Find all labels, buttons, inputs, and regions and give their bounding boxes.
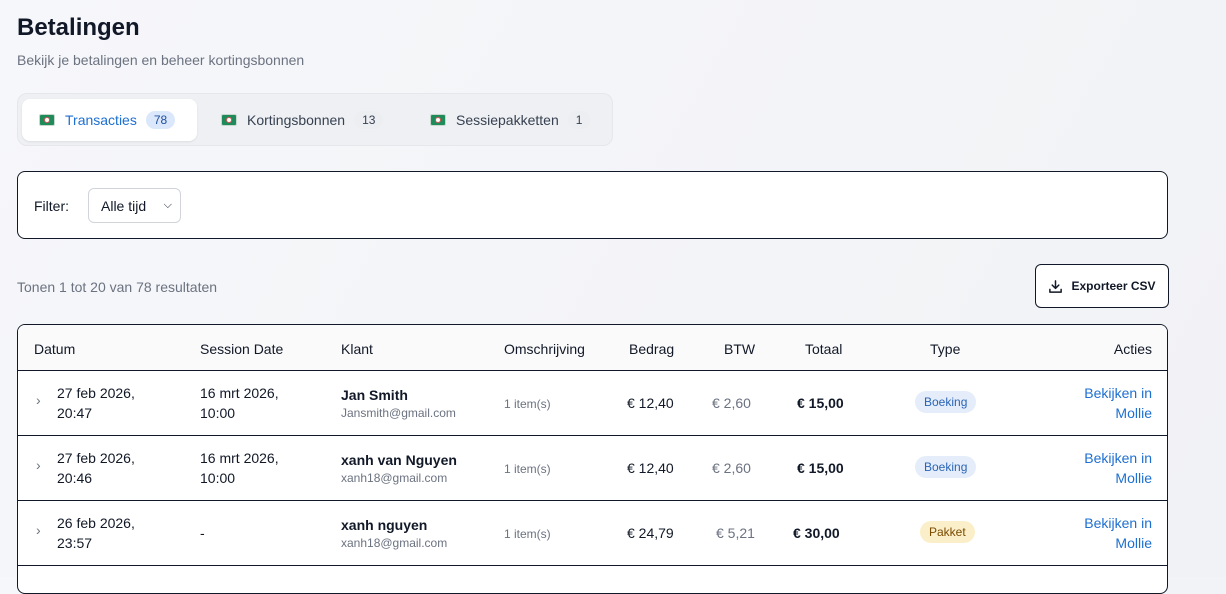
total-cell: € 15,00 xyxy=(797,395,844,411)
time-line: 23:57 xyxy=(57,535,93,551)
tab-transacties[interactable]: Transacties 78 xyxy=(22,99,197,141)
date-line: 27 feb 2026, xyxy=(57,385,135,401)
view-in-mollie-link[interactable]: Bekijken in Mollie xyxy=(1084,448,1152,488)
customer-name: Jan Smith xyxy=(341,387,408,403)
customer-cell: Jan Smith Jansmith@gmail.com xyxy=(341,385,456,421)
amount-cell: € 24,79 xyxy=(627,525,674,541)
chevron-right-icon[interactable]: › xyxy=(36,522,41,538)
header-session-date[interactable]: Session Date xyxy=(200,341,283,357)
table-header: Datum Session Date Klant Omschrijving Be… xyxy=(18,325,1167,371)
date-line: 26 feb 2026, xyxy=(57,515,135,531)
customer-email: xanh18@gmail.com xyxy=(341,536,448,550)
tab-count-badge: 78 xyxy=(145,111,176,129)
session-date-line: 16 mrt 2026, xyxy=(200,385,279,401)
date-cell: 27 feb 2026, 20:47 xyxy=(57,383,135,423)
header-datum[interactable]: Datum xyxy=(34,341,75,357)
export-label: Exporteer CSV xyxy=(1071,279,1156,293)
chevron-right-icon[interactable]: › xyxy=(36,457,41,473)
tab-label: Transacties xyxy=(65,112,137,128)
select-value: Alle tijd xyxy=(101,197,147,214)
customer-cell: xanh van Nguyen xanh18@gmail.com xyxy=(341,450,457,486)
description-cell: 1 item(s) xyxy=(504,397,551,411)
transactions-table: Datum Session Date Klant Omschrijving Be… xyxy=(17,324,1168,594)
session-date-cell: 16 mrt 2026, 10:00 xyxy=(200,383,279,423)
time-line: 20:46 xyxy=(57,470,93,486)
table-row[interactable]: › 26 feb 2026, 23:57 - xanh nguyen xanh1… xyxy=(18,500,1167,566)
table-row[interactable]: › 27 feb 2026, 20:46 16 mrt 2026, 10:00 … xyxy=(18,435,1167,501)
vat-cell: € 2,60 xyxy=(712,460,751,476)
chevron-right-icon[interactable]: › xyxy=(36,392,41,408)
tab-sessiepakketten[interactable]: Sessiepakketten 1 xyxy=(430,99,591,141)
link-line: Bekijken in xyxy=(1084,385,1152,401)
page-title: Betalingen xyxy=(17,14,140,41)
link-line: Bekijken in xyxy=(1084,450,1152,466)
header-btw[interactable]: BTW xyxy=(724,341,755,357)
session-date-line: - xyxy=(200,525,205,541)
total-cell: € 30,00 xyxy=(793,525,840,541)
chevron-down-icon: ⌵ xyxy=(163,199,172,211)
time-line: 20:47 xyxy=(57,405,93,421)
header-type[interactable]: Type xyxy=(930,341,960,357)
description-cell: 1 item(s) xyxy=(504,527,551,541)
header-acties: Acties xyxy=(1113,341,1152,357)
view-in-mollie-link[interactable]: Bekijken in Mollie xyxy=(1084,383,1152,423)
tab-kortingsbonnen[interactable]: Kortingsbonnen 13 xyxy=(221,99,384,141)
date-cell: 26 feb 2026, 23:57 xyxy=(57,513,135,553)
customer-name: xanh nguyen xyxy=(341,517,428,533)
download-icon xyxy=(1049,279,1063,293)
type-badge: Pakket xyxy=(920,521,975,543)
description-cell: 1 item(s) xyxy=(504,462,551,476)
type-badge: Boeking xyxy=(915,391,977,413)
session-time-line: 10:00 xyxy=(200,405,236,421)
header-bedrag[interactable]: Bedrag xyxy=(629,341,674,357)
tab-bar: Transacties 78 Kortingsbonnen 13 Sessiep… xyxy=(17,93,613,146)
export-csv-button[interactable]: Exporteer CSV xyxy=(1035,264,1169,308)
session-date-cell: 16 mrt 2026, 10:00 xyxy=(200,448,279,488)
date-cell: 27 feb 2026, 20:46 xyxy=(57,448,135,488)
vat-cell: € 2,60 xyxy=(712,395,751,411)
link-line: Bekijken in xyxy=(1084,515,1152,531)
payments-icon xyxy=(39,114,55,126)
page-subtitle: Bekijk je betalingen en beheer kortingsb… xyxy=(17,52,305,68)
session-time-line: 10:00 xyxy=(200,470,236,486)
link-line: Mollie xyxy=(1115,405,1152,421)
tab-count-badge: 13 xyxy=(354,111,384,129)
customer-email: Jansmith@gmail.com xyxy=(341,406,456,420)
filter-panel: Filter: Alle tijd ⌵ xyxy=(17,171,1168,239)
header-totaal[interactable]: Totaal xyxy=(805,341,842,357)
tab-count-badge: 1 xyxy=(567,111,591,129)
header-klant[interactable]: Klant xyxy=(341,341,373,357)
results-summary: Tonen 1 tot 20 van 78 resultaten xyxy=(17,279,218,295)
type-badge: Boeking xyxy=(915,456,977,478)
amount-cell: € 12,40 xyxy=(627,460,674,476)
date-line: 27 feb 2026, xyxy=(57,450,135,466)
payments-icon xyxy=(221,114,237,126)
session-date-line: 16 mrt 2026, xyxy=(200,450,279,466)
customer-cell: xanh nguyen xanh18@gmail.com xyxy=(341,515,447,551)
total-cell: € 15,00 xyxy=(797,460,844,476)
view-in-mollie-link[interactable]: Bekijken in Mollie xyxy=(1084,513,1152,553)
tab-label: Kortingsbonnen xyxy=(247,112,346,128)
header-omschrijving[interactable]: Omschrijving xyxy=(504,341,585,357)
tab-label: Sessiepakketten xyxy=(456,112,559,128)
session-date-cell: - xyxy=(200,523,205,543)
time-filter-select[interactable]: Alle tijd ⌵ xyxy=(88,188,181,223)
link-line: Mollie xyxy=(1115,535,1152,551)
amount-cell: € 12,40 xyxy=(627,395,674,411)
customer-name: xanh van Nguyen xyxy=(341,452,457,468)
customer-email: xanh18@gmail.com xyxy=(341,471,448,485)
filter-label: Filter: xyxy=(34,198,69,214)
vat-cell: € 5,21 xyxy=(716,525,755,541)
table-row[interactable]: › 27 feb 2026, 20:47 16 mrt 2026, 10:00 … xyxy=(18,370,1167,436)
link-line: Mollie xyxy=(1115,470,1152,486)
payments-icon xyxy=(430,114,446,126)
